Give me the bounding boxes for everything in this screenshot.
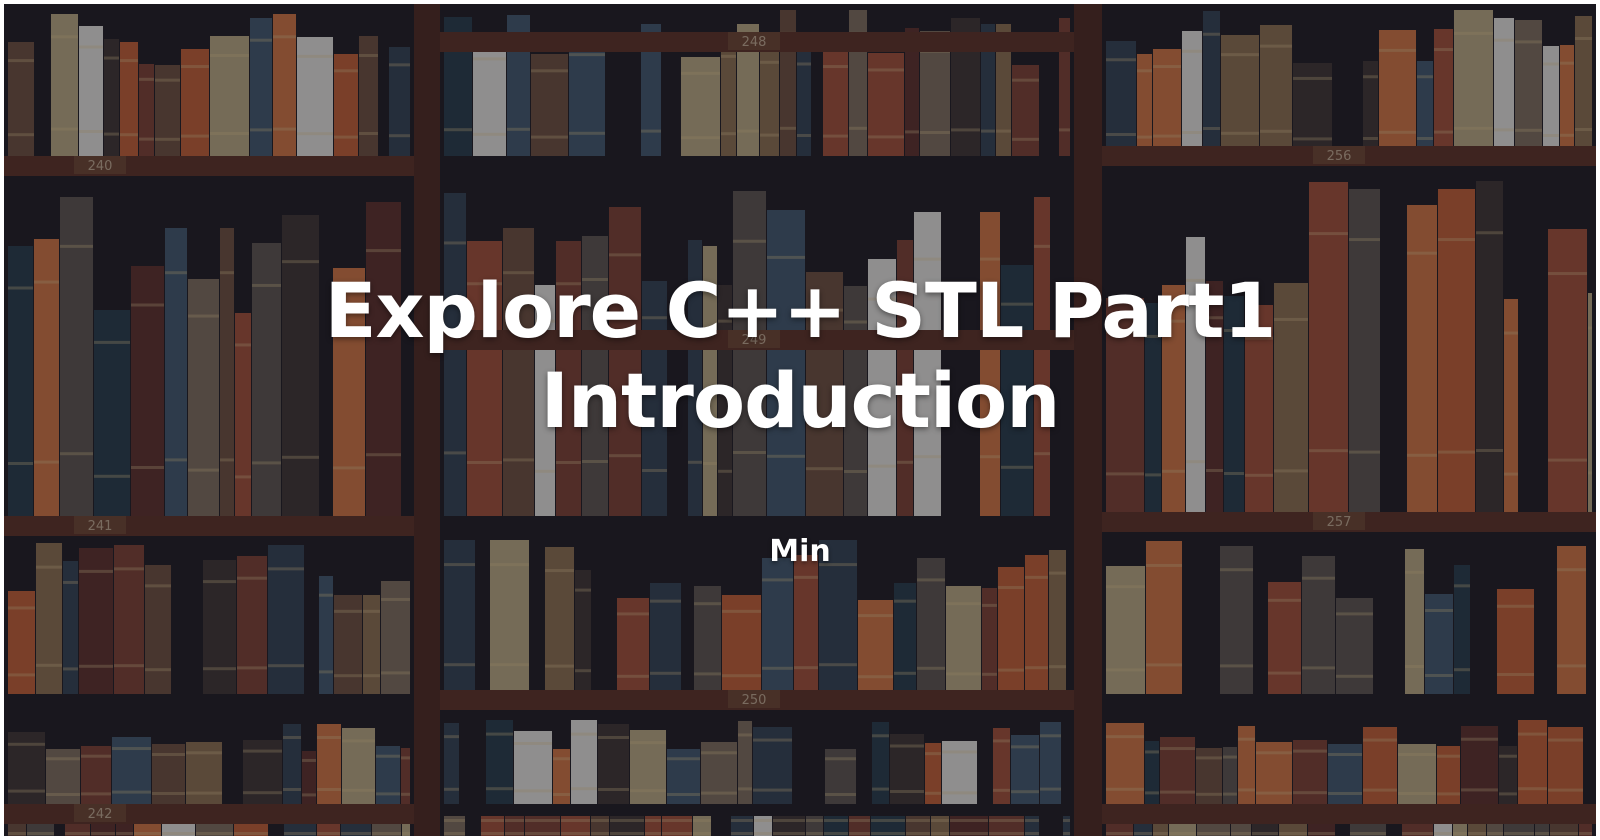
title-line-1: Explore C++ STL Part1 bbox=[324, 266, 1277, 355]
banner-content: Explore C++ STL Part1 Introduction Min bbox=[4, 4, 1596, 836]
title-line-2: Introduction bbox=[540, 356, 1061, 445]
hero-banner: 240 241 242 248 249 250 256 257 Explore C++ STL… bbox=[4, 4, 1596, 836]
page-title: Explore C++ STL Part1 Introduction bbox=[204, 266, 1396, 446]
author-name: Min bbox=[769, 534, 831, 569]
